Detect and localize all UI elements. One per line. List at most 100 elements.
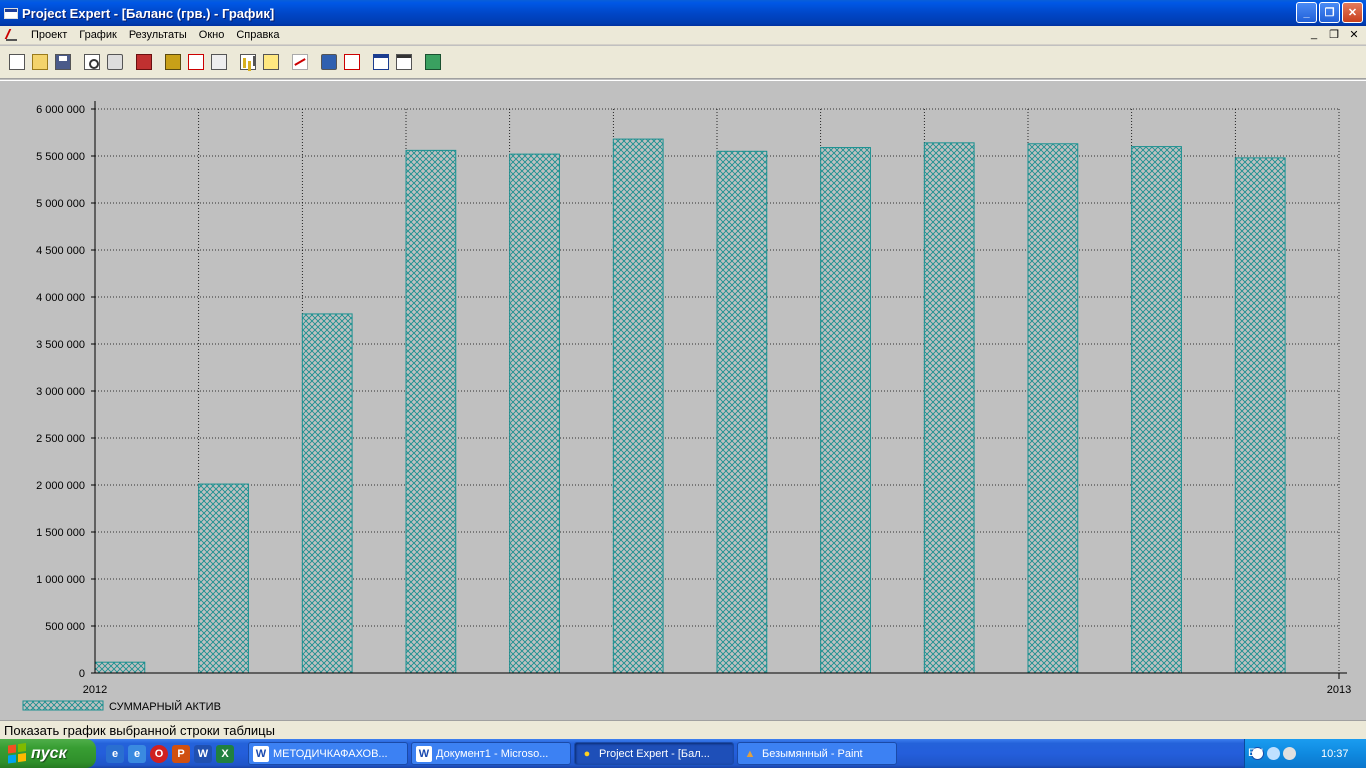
start-label: пуск [31,744,67,762]
menu-chart[interactable]: График [73,29,123,41]
print-button[interactable] [104,51,126,73]
y-tick-label: 3 000 000 [36,386,85,398]
balance-button[interactable] [208,51,230,73]
chart-app-icon[interactable] [5,28,19,42]
cash-flow-button[interactable] [185,51,207,73]
print-preview-icon [84,54,100,70]
bar[interactable] [1234,157,1286,674]
task-label: Безымянный - Paint [762,747,863,760]
excel-icon[interactable]: X [216,744,234,763]
lightbulb-icon: ● [583,747,591,760]
task-label: МЕТОДИЧКАФАХОВ... [273,747,388,760]
y-tick-label: 5 500 000 [36,151,85,163]
bar[interactable] [1131,146,1182,674]
mdi-close-button[interactable]: ✕ [1346,28,1362,41]
print-icon [107,54,123,70]
notes-icon [263,54,279,70]
menu-project[interactable]: Проект [25,29,73,41]
toolbar [0,46,1366,79]
save-button[interactable] [52,51,74,73]
language-indicator[interactable]: EN [1248,747,1263,759]
book-button[interactable] [162,51,184,73]
multi-window-icon [425,54,441,70]
y-tick-label: 500 000 [45,621,85,633]
word-icon[interactable]: W [194,744,212,763]
menu-bar: Проект График Результаты Окно Справка _ … [0,26,1366,45]
multi-window-button[interactable] [422,51,444,73]
bar[interactable] [198,483,249,674]
ie-icon[interactable]: e [106,744,124,763]
maximize-button[interactable]: ❐ [1319,2,1340,23]
bar-chart: 0 500 000 1 000 000 1 500 000 2 000 000 2 500… [22,101,1351,713]
exit-button[interactable] [133,51,155,73]
legend-swatch [22,700,104,711]
y-tick-label: 5 000 000 [36,198,85,210]
open-folder-icon [32,54,48,70]
mdi-minimize-button[interactable]: _ [1306,28,1322,41]
bar[interactable] [1027,143,1079,674]
y-tick-label: 1 500 000 [36,527,85,539]
task-label: Project Expert - [Бал... [599,747,710,760]
line-chart-button[interactable] [289,51,311,73]
window-button[interactable] [370,51,392,73]
word-icon: W [416,745,432,762]
new-document-button[interactable] [6,51,28,73]
quick-launch: e e O P W X [106,744,234,763]
opera-icon[interactable]: O [150,744,168,763]
close-button[interactable]: ✕ [1342,2,1363,23]
cash-flow-icon [188,54,204,70]
menu-window[interactable]: Окно [193,29,231,41]
line-chart-icon [292,54,308,70]
bar[interactable] [94,661,146,674]
open-button[interactable] [29,51,51,73]
bar[interactable] [923,142,975,674]
new-document-icon [9,54,25,70]
menu-results[interactable]: Результаты [123,29,193,41]
pdf-button[interactable] [341,51,363,73]
menu-help[interactable]: Справка [230,29,285,41]
powerpoint-icon[interactable]: P [172,744,190,763]
x-tick-label: 2013 [1327,684,1351,696]
scales-icon [211,54,227,70]
paint-icon: ▲ [744,747,756,760]
bar[interactable] [301,313,353,674]
volume-icon[interactable] [1283,747,1296,760]
task-paint[interactable]: ▲ Безымянный - Paint [737,742,897,765]
window-list-button[interactable] [393,51,415,73]
window-title: Project Expert - [Баланс (грв.) - График… [22,5,275,21]
taskbar: пуск e e O P W X W МЕТОДИЧКАФАХОВ... W Д… [0,739,1366,768]
notes-button[interactable] [260,51,282,73]
clock: 10:37 [1321,747,1349,760]
mdi-restore-button[interactable]: ❐ [1326,28,1342,41]
task-project-expert[interactable]: ● Project Expert - [Бал... [574,742,734,765]
task-word-doc1[interactable]: W МЕТОДИЧКАФАХОВ... [248,742,408,765]
start-button[interactable]: пуск [0,739,96,768]
status-bar: Показать график выбранной строки таблицы [0,720,1366,739]
task-label: Документ1 - Microso... [436,747,549,760]
task-word-doc2[interactable]: W Документ1 - Microso... [411,742,571,765]
save-icon [55,54,71,70]
network-icon[interactable] [1267,747,1280,760]
print-preview-button[interactable] [81,51,103,73]
y-tick-label: 2 500 000 [36,433,85,445]
bar[interactable] [820,147,871,674]
bar[interactable] [405,149,457,674]
windows-flag-icon [8,745,26,763]
window-icon [373,54,389,70]
globe-button[interactable] [318,51,340,73]
bar-chart-button[interactable] [237,51,259,73]
y-tick-label: 0 [79,668,85,680]
minimize-button[interactable]: _ [1296,2,1317,23]
bar[interactable] [612,138,664,674]
y-tick-label: 1 000 000 [36,574,85,586]
title-bar[interactable]: Project Expert - [Баланс (грв.) - График… [0,0,1366,26]
ie-icon[interactable]: e [128,744,146,763]
x-tick-label: 2012 [83,684,107,696]
bar[interactable] [509,153,560,674]
window-list-icon [396,54,412,70]
bar[interactable] [716,150,768,674]
legend-label: СУММАРНЫЙ АКТИВ [109,700,221,713]
y-tick-label: 4 000 000 [36,292,85,304]
book-icon [165,54,181,70]
globe-icon [321,54,337,70]
